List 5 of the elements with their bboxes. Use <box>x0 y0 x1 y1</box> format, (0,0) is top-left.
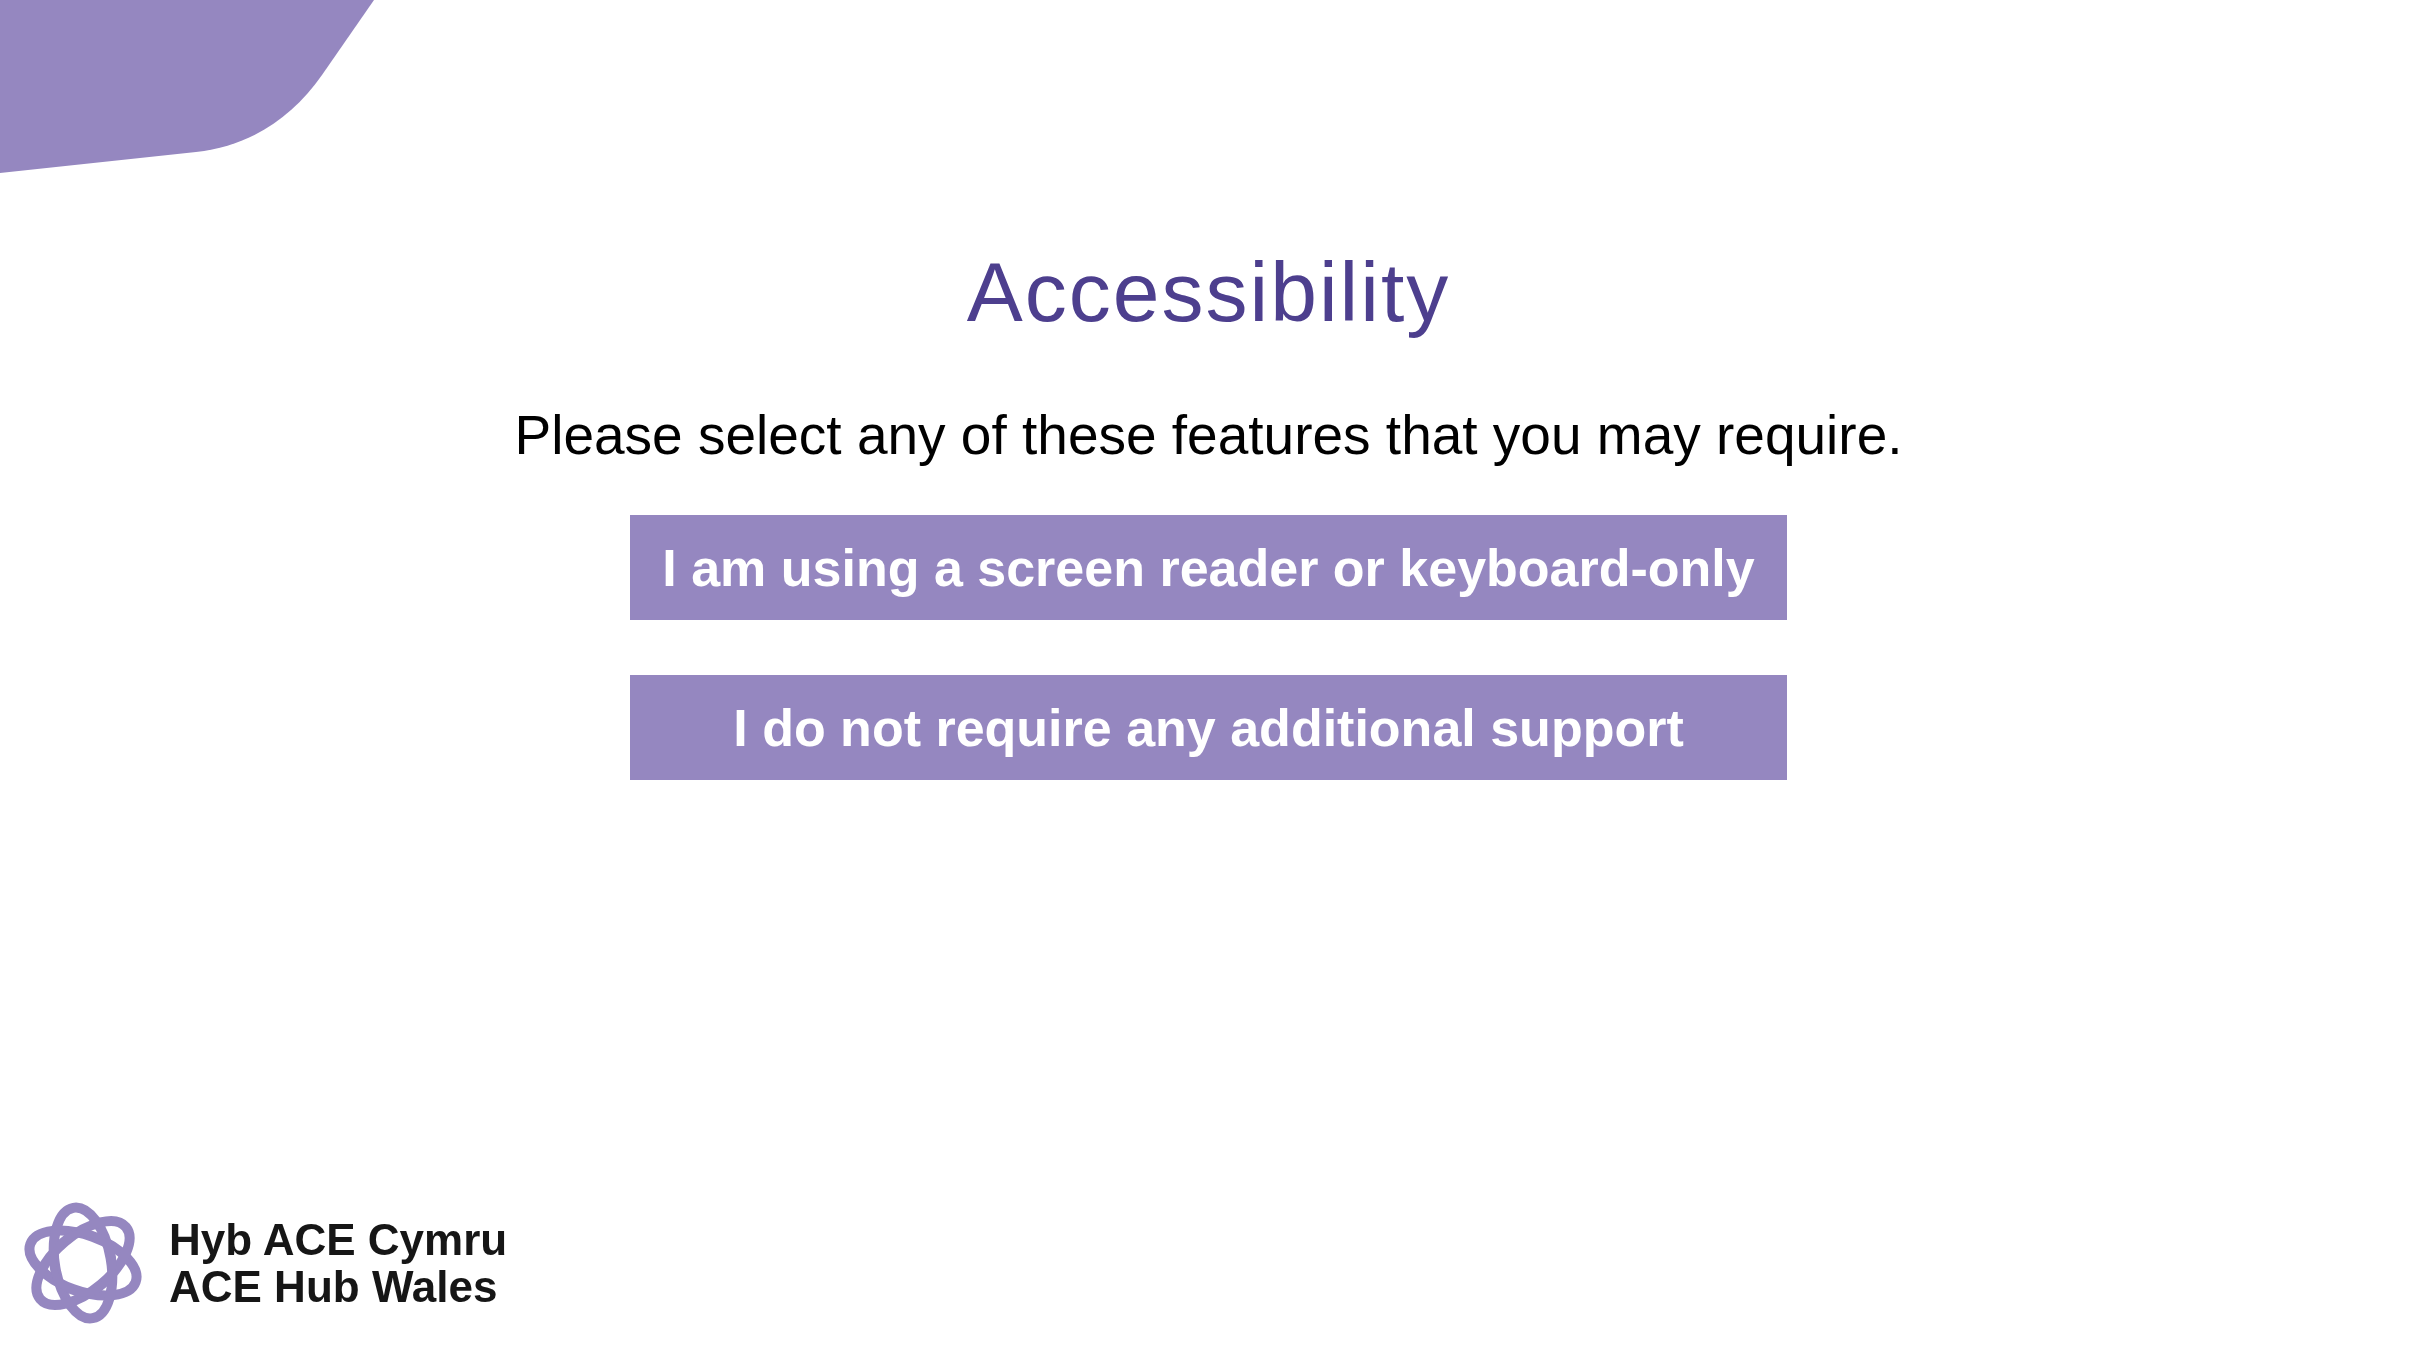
brand-name: ACE Hub Wales <box>169 1263 498 1310</box>
instruction-text: Please select any of these features that you may require. <box>514 404 1903 468</box>
brand-name: Hyb ACE Cymru <box>169 1216 508 1263</box>
option-button[interactable]: I am using a screen reader or keyboard-only <box>630 515 1787 621</box>
option-button[interactable]: I do not require any additional support <box>630 675 1787 781</box>
